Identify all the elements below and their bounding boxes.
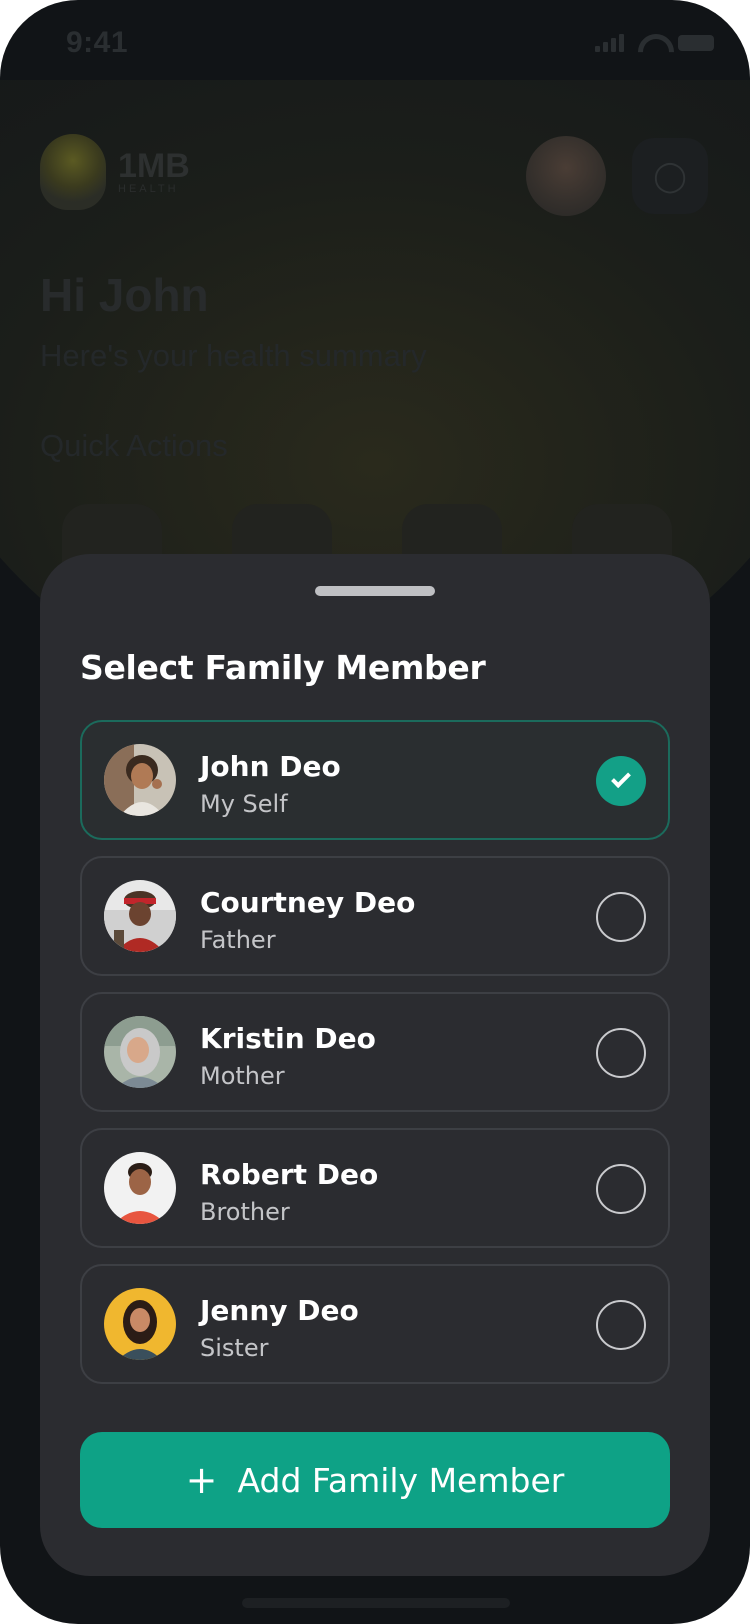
status-icons <box>595 34 714 52</box>
notification-bell-icon: ◯ <box>632 138 708 214</box>
cellular-signal-icon <box>595 34 624 52</box>
sheet-drag-handle[interactable] <box>315 586 435 596</box>
add-family-member-label: Add Family Member <box>237 1460 565 1500</box>
member-relation: Father <box>200 926 276 954</box>
avatar <box>104 1288 176 1360</box>
family-member-kristin[interactable]: Kristin Deo Mother <box>80 992 670 1112</box>
avatar <box>104 1152 176 1224</box>
app-logo: 1MB HEALTH <box>40 134 190 210</box>
home-indicator[interactable] <box>242 1598 510 1608</box>
member-name: Courtney Deo <box>200 886 416 919</box>
status-time: 9:41 <box>66 26 129 59</box>
radio-button[interactable] <box>596 1164 646 1214</box>
family-member-jenny[interactable]: Jenny Deo Sister <box>80 1264 670 1384</box>
member-relation: Mother <box>200 1062 285 1090</box>
member-name: Robert Deo <box>200 1158 379 1191</box>
member-name: John Deo <box>200 750 341 783</box>
selected-check-icon[interactable] <box>596 756 646 806</box>
member-name: Kristin Deo <box>200 1022 376 1055</box>
radio-button[interactable] <box>596 1028 646 1078</box>
member-relation: My Self <box>200 790 288 818</box>
member-relation: Sister <box>200 1334 269 1362</box>
add-family-member-button[interactable]: + Add Family Member <box>80 1432 670 1528</box>
family-member-list: John Deo My Self Courtney Deo Father Kri… <box>80 720 670 1400</box>
family-member-courtney[interactable]: Courtney Deo Father <box>80 856 670 976</box>
logo-text: 1MB <box>118 147 190 185</box>
avatar <box>104 880 176 952</box>
family-member-sheet: Select Family Member John Deo My Self Co… <box>40 554 710 1576</box>
greeting: Hi John <box>40 269 209 321</box>
family-member-robert[interactable]: Robert Deo Brother <box>80 1128 670 1248</box>
health-summary-subtitle: Here's your health summary <box>40 338 427 373</box>
member-relation: Brother <box>200 1198 290 1226</box>
wifi-icon <box>638 34 664 52</box>
radio-button[interactable] <box>596 892 646 942</box>
battery-icon <box>678 35 714 51</box>
sheet-title: Select Family Member <box>80 648 486 687</box>
member-name: Jenny Deo <box>200 1294 359 1327</box>
family-member-john[interactable]: John Deo My Self <box>80 720 670 840</box>
plus-icon: + <box>185 1458 218 1502</box>
radio-button[interactable] <box>596 1300 646 1350</box>
avatar <box>104 744 176 816</box>
avatar <box>104 1016 176 1088</box>
logo-mark-icon <box>40 134 106 210</box>
profile-avatar <box>526 136 606 216</box>
phone-frame: 9:41 1MB HEALTH ◯ Hi John Here's your he… <box>0 0 750 1624</box>
quick-actions-heading: Quick Actions <box>40 428 228 463</box>
